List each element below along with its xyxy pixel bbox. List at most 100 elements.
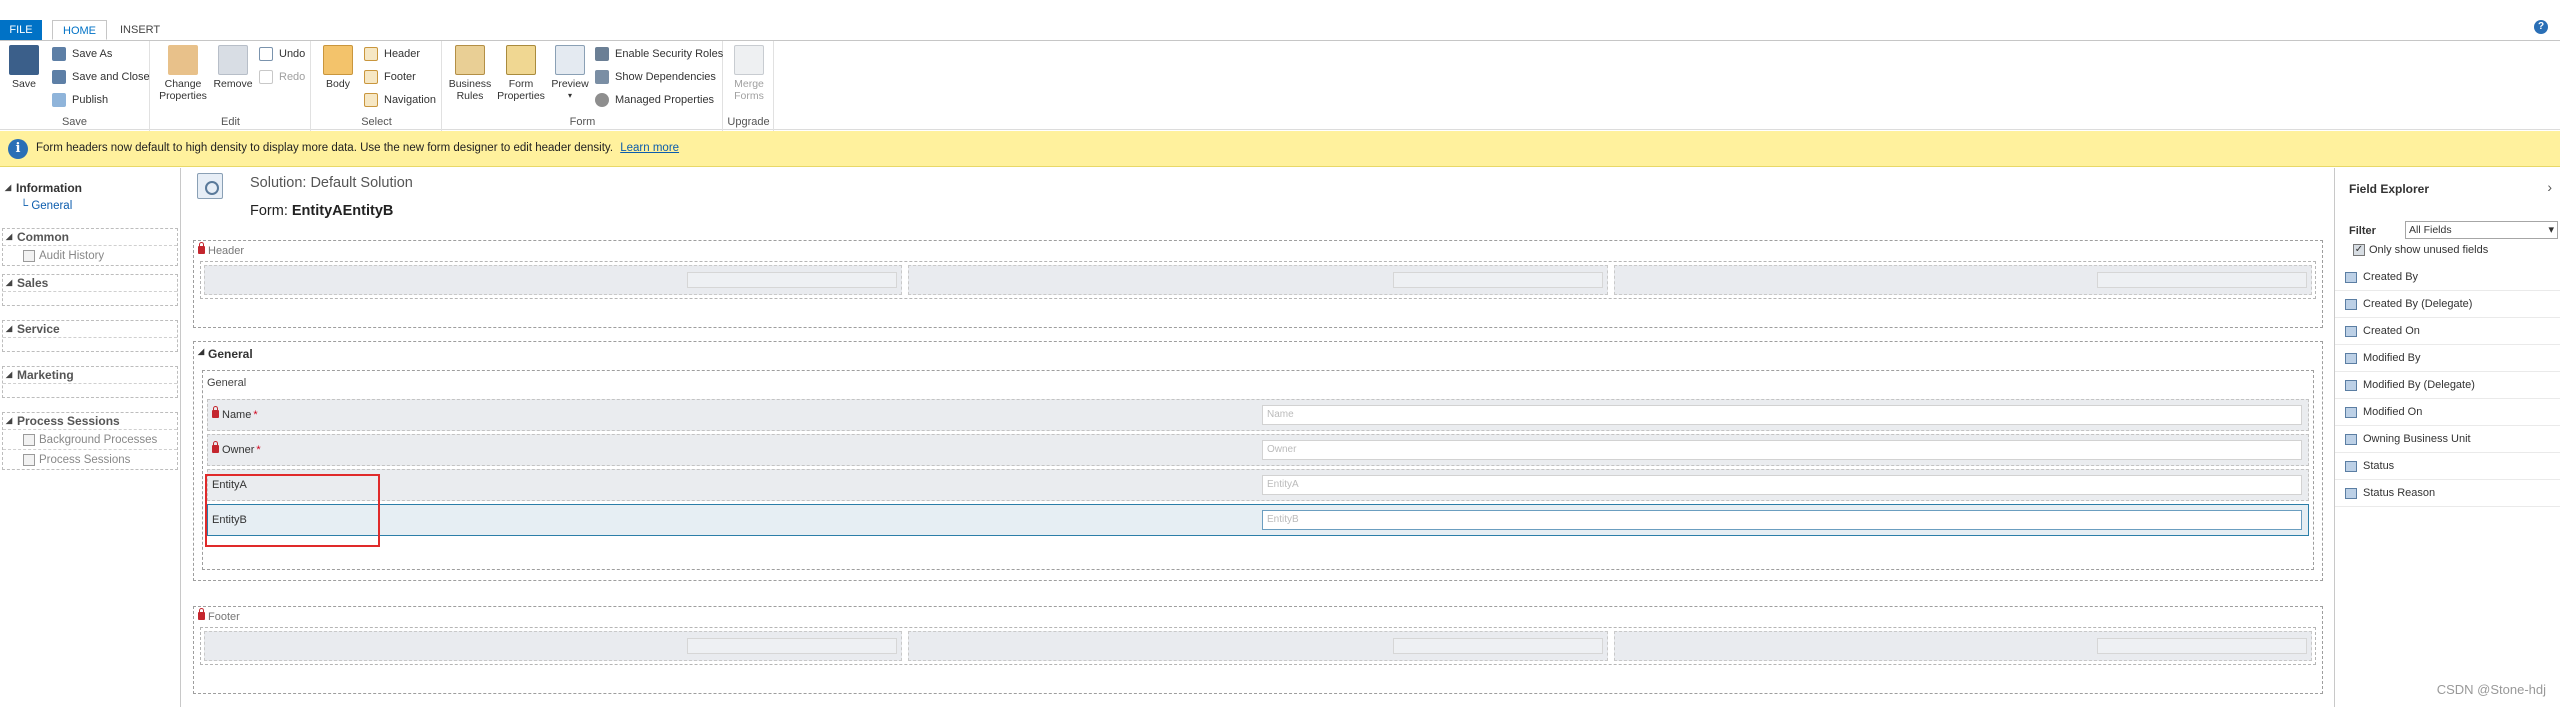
ribbon-group-edit: Change Properties Remove Undo Redo Edit	[151, 41, 311, 131]
nav-drop-area	[3, 337, 177, 351]
undo-button[interactable]: Undo	[259, 45, 305, 63]
header-cell-field	[687, 272, 897, 288]
save-button[interactable]: Save	[6, 45, 42, 90]
dependencies-icon	[595, 70, 609, 84]
field-icon	[2345, 434, 2357, 445]
footer-icon	[364, 70, 378, 84]
save-and-close-button[interactable]: Save and Close	[52, 68, 150, 86]
learn-more-link[interactable]: Learn more	[620, 142, 679, 154]
business-rules-button[interactable]: Business Rules	[447, 45, 493, 102]
field-item[interactable]: Modified By (Delegate)	[2335, 372, 2560, 399]
ribbon-tab-bar: FILE HOME INSERT ?	[0, 0, 2560, 40]
field-explorer-title: Field Explorer	[2349, 182, 2430, 196]
header-cell[interactable]	[204, 265, 902, 295]
entitya-input[interactable]: EntityA	[1262, 475, 2302, 495]
enable-security-roles-button[interactable]: Enable Security Roles	[595, 45, 723, 63]
footer-button[interactable]: Footer	[364, 68, 416, 86]
preview-button[interactable]: Preview ▾	[547, 45, 593, 102]
tab-home[interactable]: HOME	[52, 20, 107, 40]
field-item[interactable]: Modified On	[2335, 399, 2560, 426]
nav-item-general[interactable]: └ General	[2, 196, 178, 216]
group-label-form: Form	[569, 116, 596, 128]
show-dependencies-button[interactable]: Show Dependencies	[595, 68, 716, 86]
nav-item-process-sessions[interactable]: Process Sessions	[3, 449, 177, 469]
header-cell[interactable]	[1614, 265, 2312, 295]
field-row-entityb[interactable]: EntityB EntityB	[207, 504, 2309, 536]
highlight-box	[205, 474, 380, 547]
footer-cell[interactable]	[1614, 631, 2312, 661]
header-icon	[364, 47, 378, 61]
field-item[interactable]: Created On	[2335, 318, 2560, 345]
name-input[interactable]: Name	[1262, 405, 2302, 425]
field-item[interactable]: Modified By	[2335, 345, 2560, 372]
lock-icon	[198, 242, 205, 254]
field-row-entitya[interactable]: EntityA EntityA	[207, 469, 2309, 501]
nav-section-process-sessions[interactable]: Process Sessions Background Processes Pr…	[2, 412, 178, 470]
nav-section-information[interactable]: Information └ General	[2, 180, 178, 216]
group-label-edit: Edit	[221, 116, 240, 128]
form-header-zone[interactable]: Header	[193, 240, 2323, 328]
header-button[interactable]: Header	[364, 45, 420, 63]
owner-input[interactable]: Owner	[1262, 440, 2302, 460]
managed-properties-button[interactable]: Managed Properties	[595, 91, 714, 109]
field-item[interactable]: Created By (Delegate)	[2335, 291, 2560, 318]
tab-general[interactable]: General General Name* Name Owner* Owner …	[193, 341, 2323, 581]
merge-forms-button[interactable]: Merge Forms	[728, 45, 770, 102]
field-item[interactable]: Status	[2335, 453, 2560, 480]
filter-select[interactable]: All Fields	[2405, 221, 2558, 239]
field-row-owner[interactable]: Owner * Owner	[207, 434, 2309, 466]
field-list: Created By Created By (Delegate) Created…	[2335, 264, 2560, 507]
header-cell-field	[2097, 272, 2307, 288]
preview-icon	[555, 45, 585, 75]
collapse-icon[interactable]: ›	[2547, 179, 2552, 195]
entityb-input[interactable]: EntityB	[1262, 510, 2302, 530]
audit-history-icon	[23, 250, 35, 262]
footer-cell[interactable]	[908, 631, 1608, 661]
publish-button[interactable]: Publish	[52, 91, 108, 109]
section-general[interactable]: General Name * Name Owner * Owner EntityA …	[202, 370, 2314, 570]
header-cell-field	[1393, 272, 1603, 288]
section-title: General	[207, 377, 247, 389]
tab-file[interactable]: FILE	[0, 20, 42, 40]
help-icon[interactable]: ?	[2534, 20, 2548, 34]
nav-item-background-processes[interactable]: Background Processes	[3, 429, 177, 449]
tree-branch-icon: └	[20, 200, 32, 212]
business-rules-icon	[455, 45, 485, 75]
save-close-icon	[52, 70, 66, 84]
redo-button[interactable]: Redo	[259, 68, 305, 86]
field-item[interactable]: Owning Business Unit	[2335, 426, 2560, 453]
only-unused-label: Only show unused fields	[2369, 244, 2489, 256]
footer-cell-field	[1393, 638, 1603, 654]
required-indicator: *	[253, 409, 258, 421]
form-navigation-pane: Information └ General Common Audit Histo…	[0, 168, 181, 707]
field-item[interactable]: Status Reason	[2335, 480, 2560, 507]
header-cell[interactable]	[908, 265, 1608, 295]
field-label: Name *	[212, 406, 258, 421]
remove-button[interactable]: Remove	[211, 45, 255, 90]
required-indicator: *	[256, 444, 261, 456]
save-as-button[interactable]: Save As	[52, 45, 112, 63]
nav-section-marketing[interactable]: Marketing	[2, 366, 178, 398]
nav-section-service[interactable]: Service	[2, 320, 178, 352]
footer-cell[interactable]	[204, 631, 902, 661]
tab-insert[interactable]: INSERT	[110, 20, 170, 40]
body-button[interactable]: Body	[320, 45, 356, 90]
form-footer-zone[interactable]: Footer	[193, 606, 2323, 694]
navigation-button[interactable]: Navigation	[364, 91, 436, 109]
footer-cells	[200, 627, 2316, 665]
merge-forms-icon	[734, 45, 764, 75]
tab-title: General	[198, 347, 253, 361]
form-properties-button[interactable]: Form Properties	[493, 45, 549, 102]
field-icon	[2345, 407, 2357, 418]
nav-section-common[interactable]: Common Audit History	[2, 228, 178, 266]
field-item[interactable]: Created By	[2335, 264, 2560, 291]
group-label-select: Select	[361, 116, 392, 128]
field-row-name[interactable]: Name * Name	[207, 399, 2309, 431]
nav-section-sales[interactable]: Sales	[2, 274, 178, 306]
change-properties-button[interactable]: Change Properties	[157, 45, 209, 102]
nav-item-audit-history[interactable]: Audit History	[3, 245, 177, 265]
nav-section-title: Marketing	[3, 367, 177, 383]
group-label-save: Save	[61, 116, 88, 128]
form-name: EntityAEntityB	[291, 203, 394, 219]
only-unused-checkbox[interactable]: ✓	[2353, 244, 2365, 256]
